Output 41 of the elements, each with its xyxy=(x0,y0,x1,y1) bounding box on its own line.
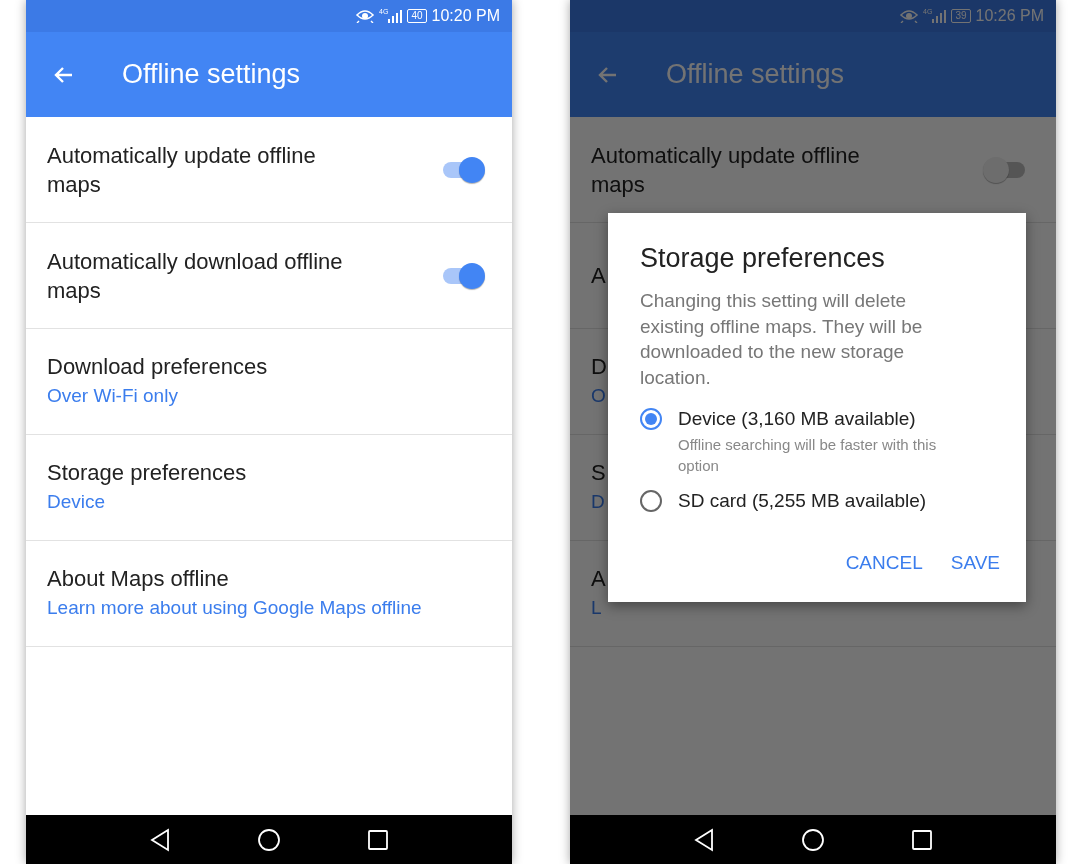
dialog-button[interactable]: CANCEL xyxy=(837,546,931,580)
status-time: 10:20 PM xyxy=(431,7,500,25)
setting-title: Download preferences xyxy=(47,353,268,381)
back-triangle-icon[interactable] xyxy=(693,827,715,852)
dialog-message: Changing this setting will delete existing offline maps. They will be downloaded to the new storage location. xyxy=(640,289,924,390)
dialog-title: Storage preferences xyxy=(640,243,886,274)
screen-title: Offline settings xyxy=(122,59,301,90)
option-label[interactable]: Device (3,160 MB available) xyxy=(678,408,968,430)
radio-button[interactable] xyxy=(640,490,662,512)
home-circle-icon[interactable] xyxy=(801,827,825,852)
setting-value[interactable]: Device xyxy=(47,487,247,517)
setting-value[interactable]: Over Wi-Fi only xyxy=(47,381,268,411)
battery-level: 40 xyxy=(407,9,427,23)
setting-value[interactable]: Learn more about using Google Maps offline xyxy=(47,593,422,623)
option-label[interactable]: SD card (5,255 MB available) xyxy=(678,490,927,512)
back-triangle-icon[interactable] xyxy=(149,827,171,852)
setting-title: Automatically update offline maps xyxy=(591,141,861,199)
recents-square-icon[interactable] xyxy=(911,828,933,851)
dialog-button[interactable]: SAVE xyxy=(942,546,1008,580)
setting-title: A xyxy=(591,565,606,593)
setting-value[interactable]: D xyxy=(591,487,606,517)
setting-title: Storage preferences xyxy=(47,459,247,487)
home-circle-icon[interactable] xyxy=(257,827,281,852)
setting-title: Automatically update offline maps xyxy=(47,141,317,199)
status-time: 10:26 PM xyxy=(975,7,1044,25)
setting-value[interactable]: L xyxy=(591,593,606,623)
setting-title: Automatically download offline maps xyxy=(47,247,344,305)
recents-square-icon[interactable] xyxy=(367,828,389,851)
signal-icon xyxy=(388,9,403,23)
setting-title: About Maps offline xyxy=(47,565,230,593)
setting-title: A xyxy=(591,262,606,290)
battery-level: 39 xyxy=(951,9,971,23)
option-detail: Offline searching will be faster with this option xyxy=(678,435,938,476)
screen-title: Offline settings xyxy=(666,59,845,90)
setting-title: D xyxy=(591,353,607,381)
radio-button[interactable] xyxy=(640,408,662,430)
setting-value[interactable]: O xyxy=(591,381,607,411)
signal-icon xyxy=(932,9,947,23)
eye-icon xyxy=(356,9,375,23)
setting-title: S xyxy=(591,459,606,487)
eye-icon xyxy=(900,9,919,23)
